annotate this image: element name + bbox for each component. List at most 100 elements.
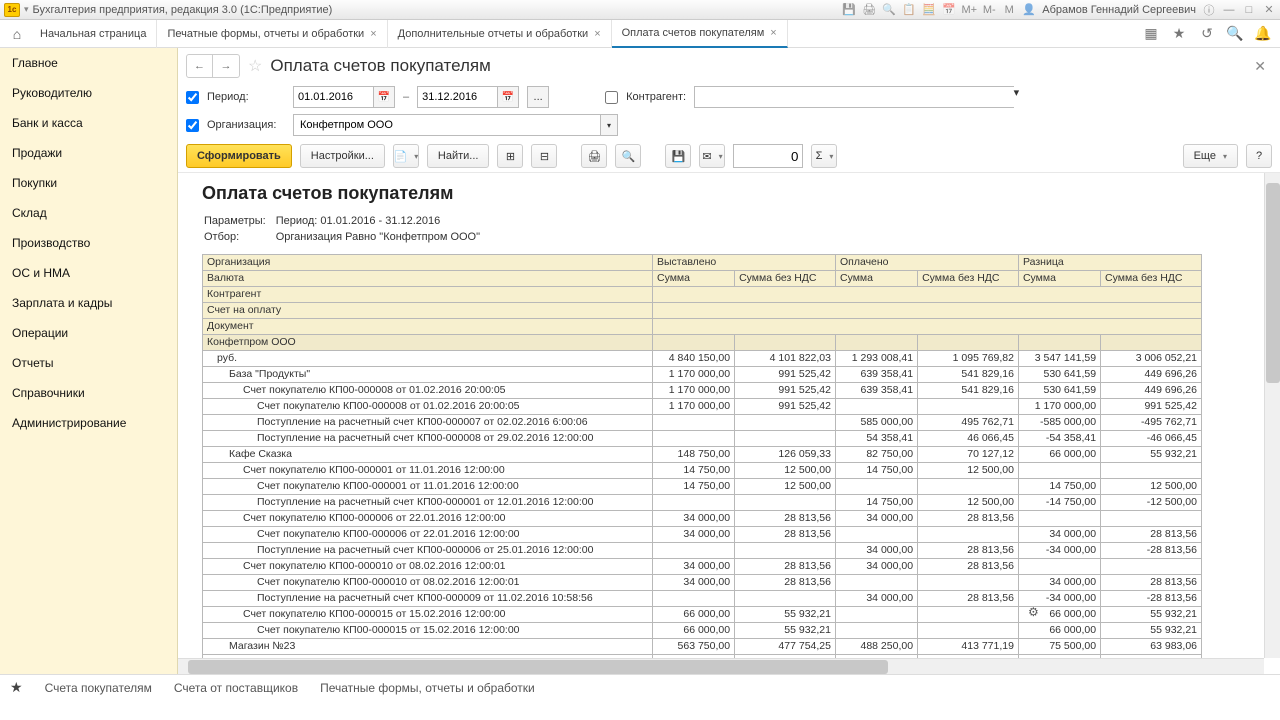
favorites-star-icon[interactable]: ★ [1170, 25, 1188, 43]
table-row[interactable]: Поступление на расчетный счет КП00-00000… [203, 415, 1202, 431]
sidebar-item-3[interactable]: Продажи [0, 138, 177, 168]
period-checkbox[interactable] [186, 91, 199, 104]
org-input[interactable] [293, 114, 600, 136]
tab-1[interactable]: Печатные формы, отчеты и обработки× [157, 20, 387, 48]
tab-close-icon[interactable]: × [594, 28, 600, 40]
date-from-picker-button[interactable]: 📅 [373, 86, 395, 108]
mminus-icon[interactable]: M- [982, 3, 996, 17]
footer-star-icon[interactable]: ★ [10, 679, 23, 696]
sidebar-item-12[interactable]: Администрирование [0, 408, 177, 438]
table-row[interactable]: Поступление на расчетный счет КП00-00000… [203, 591, 1202, 607]
sidebar-item-10[interactable]: Отчеты [0, 348, 177, 378]
period-more-button[interactable]: ... [527, 86, 549, 108]
org-dropdown-button[interactable]: ▾ [600, 114, 618, 136]
footer-link-3[interactable]: Печатные формы, отчеты и обработки [320, 681, 535, 695]
sidebar-item-7[interactable]: ОС и НМА [0, 258, 177, 288]
user-name[interactable]: Абрамов Геннадий Сергеевич [1042, 4, 1196, 16]
save-report-button[interactable]: 💾 [665, 144, 691, 168]
minimize-icon[interactable]: — [1222, 3, 1236, 17]
mplus-icon[interactable]: M+ [962, 3, 976, 17]
send-button[interactable]: ✉ [699, 144, 725, 168]
sidebar-item-9[interactable]: Операции [0, 318, 177, 348]
calendar-icon[interactable]: 📅 [942, 3, 956, 17]
history-icon[interactable]: ↺ [1198, 25, 1216, 43]
table-row[interactable]: Счет покупателю КП00-000008 от 01.02.201… [203, 399, 1202, 415]
vertical-scrollbar[interactable] [1264, 173, 1280, 658]
notifications-icon[interactable]: 🔔 [1254, 25, 1272, 43]
sidebar-item-4[interactable]: Покупки [0, 168, 177, 198]
sidebar-item-2[interactable]: Банк и касса [0, 108, 177, 138]
back-button[interactable]: ← [187, 55, 213, 77]
table-row[interactable]: Поступление на расчетный счет КП00-00000… [203, 431, 1202, 447]
table-row[interactable]: Поступление на расчетный счет КП00-00000… [203, 495, 1202, 511]
forward-button[interactable]: → [213, 55, 239, 77]
tab-close-icon[interactable]: × [370, 28, 376, 40]
close-page-button[interactable]: ✕ [1248, 58, 1272, 75]
table-row[interactable]: База "Продукты"1 170 000,00991 525,42639… [203, 367, 1202, 383]
help-button[interactable]: ? [1246, 144, 1272, 168]
variants-button[interactable]: 📄 [393, 144, 419, 168]
footer-link-2[interactable]: Счета от поставщиков [174, 681, 298, 695]
table-row[interactable]: Счет покупателю КП00-000010 от 08.02.201… [203, 559, 1202, 575]
apps-grid-icon[interactable]: ▦ [1142, 25, 1160, 43]
calc-icon[interactable]: 🧮 [922, 3, 936, 17]
kontragent-checkbox[interactable] [605, 91, 618, 104]
settings-button[interactable]: Настройки... [300, 144, 385, 168]
form-report-button[interactable]: Сформировать [186, 144, 292, 168]
sidebar-item-11[interactable]: Справочники [0, 378, 177, 408]
tab-close-icon[interactable]: × [770, 27, 776, 39]
preview-button[interactable]: 🔍 [615, 144, 641, 168]
sidebar-item-1[interactable]: Руководителю [0, 78, 177, 108]
kontragent-dropdown-button[interactable]: ▾ [1014, 86, 1020, 108]
close-window-icon[interactable]: ✕ [1262, 3, 1276, 17]
sum-input[interactable] [733, 144, 803, 168]
search-icon[interactable]: 🔍 [1226, 25, 1244, 43]
expand-all-button[interactable]: ⊞ [497, 144, 523, 168]
table-row[interactable]: Счет покупателю КП00-000015 от 15.02.201… [203, 607, 1202, 623]
print-icon[interactable]: 🖨 [862, 3, 876, 17]
tab-0[interactable]: Начальная страница [30, 20, 157, 48]
table-row[interactable]: Счет покупателю КП00-000010 от 08.02.201… [203, 575, 1202, 591]
table-row[interactable]: Счет покупателю КП00-000006 от 22.01.201… [203, 511, 1202, 527]
m-icon[interactable]: M [1002, 3, 1016, 17]
sidebar-item-5[interactable]: Склад [0, 198, 177, 228]
preview-icon[interactable]: 🔍 [882, 3, 896, 17]
table-row[interactable]: Счет покупателю КП00-000001 от 11.01.201… [203, 463, 1202, 479]
sidebar-item-6[interactable]: Производство [0, 228, 177, 258]
date-to-input[interactable] [417, 86, 497, 108]
footer-bar: ★ Счета покупателям Счета от поставщиков… [0, 674, 1280, 700]
table-row[interactable]: Счет покупателю КП00-000001 от 11.01.201… [203, 479, 1202, 495]
table-row[interactable]: руб.4 840 150,004 101 822,031 293 008,41… [203, 351, 1202, 367]
kontragent-input[interactable] [694, 86, 1013, 108]
favorite-star-icon[interactable]: ☆ [248, 56, 262, 76]
date-from-input[interactable] [293, 86, 373, 108]
table-row[interactable]: Счет покупателю КП00-000006 от 22.01.201… [203, 527, 1202, 543]
app-menu-dropdown-icon[interactable]: ▾ [24, 4, 29, 15]
more-button[interactable]: Еще [1183, 144, 1238, 168]
collapse-all-button[interactable]: ⊟ [531, 144, 557, 168]
footer-link-1[interactable]: Счета покупателям [45, 681, 152, 695]
info-icon[interactable]: ⓘ [1202, 3, 1216, 17]
table-row[interactable]: Кафе Сказка148 750,00126 059,3382 750,00… [203, 447, 1202, 463]
table-row[interactable]: Счет покупателю КП00-000015 от 15.02.201… [203, 623, 1202, 639]
home-icon[interactable]: ⌂ [8, 25, 26, 43]
table-row[interactable]: Счет покупателю КП00-000008 от 01.02.201… [203, 383, 1202, 399]
table-row[interactable]: Конфетпром ООО [203, 335, 1202, 351]
save-icon[interactable]: 💾 [842, 3, 856, 17]
copy-icon[interactable]: 📋 [902, 3, 916, 17]
find-button[interactable]: Найти... [427, 144, 490, 168]
tab-3[interactable]: Оплата счетов покупателям× [612, 20, 788, 48]
maximize-icon[interactable]: □ [1242, 3, 1256, 17]
org-checkbox[interactable] [186, 119, 199, 132]
table-row[interactable]: Поступление на расчетный счет КП00-00000… [203, 543, 1202, 559]
sigma-button[interactable]: Σ [811, 144, 837, 168]
window-title: Бухгалтерия предприятия, редакция 3.0 (1… [33, 4, 333, 16]
table-row[interactable]: Магазин №23563 750,00477 754,25488 250,0… [203, 639, 1202, 655]
sidebar-item-8[interactable]: Зарплата и кадры [0, 288, 177, 318]
sidebar-item-0[interactable]: Главное [0, 48, 177, 78]
print-button[interactable]: 🖨 [581, 144, 607, 168]
tab-2[interactable]: Дополнительные отчеты и обработки× [388, 20, 612, 48]
date-to-picker-button[interactable]: 📅 [497, 86, 519, 108]
horizontal-scrollbar[interactable] [178, 658, 1264, 674]
kontragent-label: Контрагент: [626, 91, 686, 103]
